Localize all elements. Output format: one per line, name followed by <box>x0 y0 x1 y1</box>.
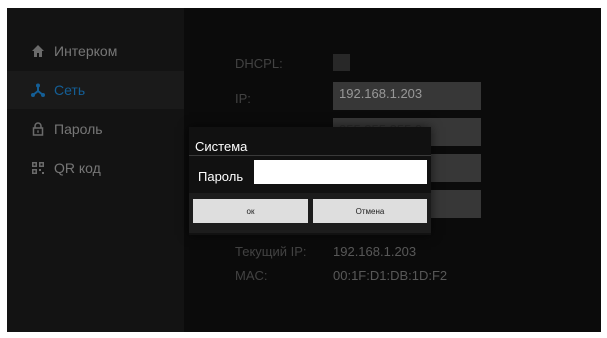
password-dialog: Система Пароль ок Отмена <box>189 127 431 235</box>
password-label: Пароль <box>198 169 244 184</box>
dialog-button-bar: ок Отмена <box>189 193 431 233</box>
ok-button[interactable]: ок <box>193 199 308 223</box>
screen: Интерком Сеть Пароль QR код DHCPL: IP: 1… <box>7 8 601 332</box>
dialog-divider <box>189 155 431 156</box>
dialog-title: Система <box>195 139 248 154</box>
password-input[interactable] <box>254 160 427 184</box>
cancel-button[interactable]: Отмена <box>313 199 427 223</box>
